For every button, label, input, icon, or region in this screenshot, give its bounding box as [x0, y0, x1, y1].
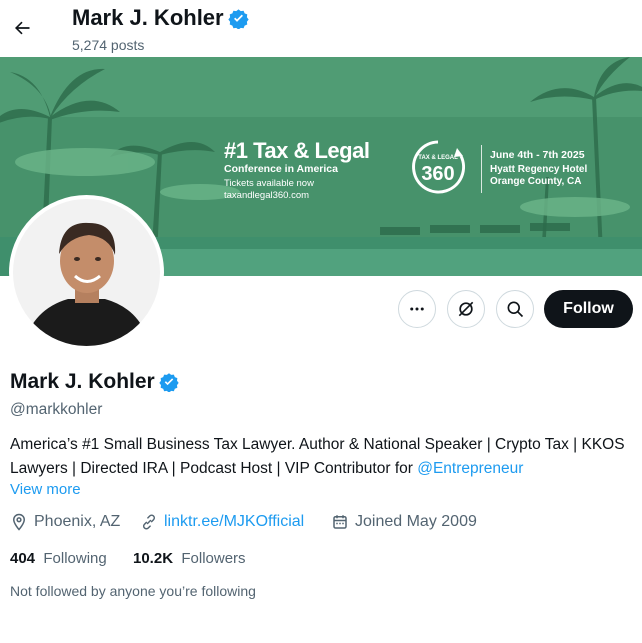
banner-divider — [481, 145, 482, 193]
followers-count: 10.2K — [133, 550, 174, 567]
tax-legal-360-logo: TAX & LEGAL 360 — [412, 140, 466, 194]
banner-headline: #1 Tax & Legal — [224, 138, 370, 163]
banner-hotel: Hyatt Regency Hotel — [490, 164, 588, 175]
website-item: linktr.ee/MJKOfficial — [140, 513, 304, 531]
profile-handle: @markkohler — [10, 401, 103, 418]
avatar[interactable] — [9, 195, 164, 350]
banner-tickets: Tickets available now — [224, 178, 314, 189]
verified-badge-icon — [227, 8, 249, 29]
profile-name-row: Mark J. Kohler — [10, 370, 179, 394]
grok-button[interactable] — [447, 290, 485, 328]
bio-text: America’s #1 Small Business Tax Lawyer. … — [10, 436, 625, 477]
search-button[interactable] — [496, 290, 534, 328]
profile-header-bar: Mark J. Kohler 5,274 posts — [0, 0, 642, 57]
logo-number-text: 360 — [421, 163, 454, 185]
post-count: 5,274 posts — [72, 37, 145, 53]
joined-text: Joined May 2009 — [355, 513, 477, 530]
logo-top-text: TAX & LEGAL — [418, 155, 458, 161]
header-name: Mark J. Kohler — [72, 5, 224, 30]
view-more-link[interactable]: View more — [10, 481, 81, 498]
location-text: Phoenix, AZ — [34, 513, 121, 530]
location-item: Phoenix, AZ — [10, 513, 120, 531]
profile-name: Mark J. Kohler — [10, 370, 155, 393]
profile-bio: America’s #1 Small Business Tax Lawyer. … — [10, 433, 635, 481]
banner-url: taxandlegal360.com — [224, 190, 310, 201]
joined-item: Joined May 2009 — [331, 513, 477, 531]
avatar-photo — [13, 199, 160, 346]
verified-badge-icon[interactable] — [159, 372, 179, 392]
followers-count-link[interactable]: 10.2K Followers — [133, 550, 246, 567]
link-icon — [142, 514, 156, 530]
bio-mention-link[interactable]: @Entrepreneur — [417, 460, 523, 477]
follow-button[interactable]: Follow — [544, 290, 633, 328]
search-icon — [507, 301, 524, 318]
more-options-button[interactable] — [398, 290, 436, 328]
website-link[interactable]: linktr.ee/MJKOfficial — [164, 513, 304, 531]
back-button[interactable] — [6, 12, 38, 44]
header-title: Mark J. Kohler — [72, 5, 249, 31]
followers-label: Followers — [181, 550, 246, 567]
more-dots-icon — [410, 307, 424, 311]
arrow-left-icon — [15, 21, 30, 35]
banner-location: Orange County, CA — [490, 176, 582, 187]
following-label: Following — [43, 550, 107, 567]
location-pin-icon — [12, 513, 26, 531]
following-count: 404 — [10, 550, 36, 567]
banner-dates: June 4th - 7th 2025 — [490, 149, 585, 161]
not-followed-note: Not followed by anyone you’re following — [10, 583, 256, 599]
grok-icon — [458, 301, 474, 317]
calendar-icon — [333, 515, 347, 529]
following-count-link[interactable]: 404 Following — [10, 550, 107, 567]
banner-subline: Conference in America — [224, 163, 338, 175]
